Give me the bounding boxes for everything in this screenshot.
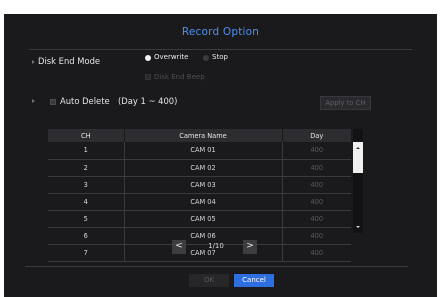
apply-to-ch-button[interactable]: Apply to CH xyxy=(320,96,371,110)
table-row[interactable]: 5 CAM 05 400 xyxy=(48,210,351,228)
cell-camera-name: CAM 03 xyxy=(124,176,283,194)
cell-ch: 3 xyxy=(48,176,125,194)
next-page-button[interactable]: > xyxy=(243,240,257,254)
prev-page-button[interactable]: < xyxy=(172,240,186,254)
dialog-title: Record Option xyxy=(181,26,260,38)
cell-ch: 5 xyxy=(48,210,125,228)
cell-day[interactable]: 400 xyxy=(282,176,351,194)
cell-ch: 6 xyxy=(48,227,125,245)
auto-delete-arrow-icon xyxy=(32,99,35,103)
cell-day[interactable]: 400 xyxy=(282,244,351,262)
page-indicator: 1/10 xyxy=(208,242,224,250)
table-row[interactable]: 1 CAM 01 400 xyxy=(48,142,351,160)
cell-camera-name: CAM 04 xyxy=(124,193,283,211)
cell-day[interactable]: 400 xyxy=(282,210,351,228)
radio-overwrite-label[interactable]: Overwrite xyxy=(154,53,188,61)
cell-ch: 7 xyxy=(48,244,125,262)
cancel-button[interactable]: Cancel xyxy=(234,274,274,287)
cell-ch: 1 xyxy=(48,142,125,160)
header-camera-name: Camera Name xyxy=(124,129,283,142)
cell-camera-name: CAM 01 xyxy=(124,142,283,160)
cell-ch: 4 xyxy=(48,193,125,211)
disk-end-mode-arrow-icon xyxy=(32,60,35,64)
table-row[interactable]: 2 CAM 02 400 xyxy=(48,159,351,177)
table-header-row: CH Camera Name Day xyxy=(48,129,351,142)
table-row[interactable]: 4 CAM 04 400 xyxy=(48,193,351,211)
scroll-down-icon[interactable] xyxy=(356,226,360,228)
cell-camera-name: CAM 02 xyxy=(124,159,283,177)
cell-day[interactable]: 400 xyxy=(282,159,351,177)
cell-camera-name: CAM 05 xyxy=(124,210,283,228)
ok-button[interactable]: OK xyxy=(189,274,229,287)
header-ch: CH xyxy=(48,129,125,142)
auto-delete-range: (Day 1 ~ 400) xyxy=(118,96,178,106)
disk-end-beep-label: Disk End Beep xyxy=(154,73,205,81)
scroll-up-icon[interactable] xyxy=(356,147,360,149)
disk-end-beep-checkbox[interactable] xyxy=(145,74,151,80)
disk-end-mode-label: Disk End Mode xyxy=(38,56,101,66)
cell-ch: 2 xyxy=(48,159,125,177)
auto-delete-checkbox[interactable] xyxy=(50,99,56,105)
table-row[interactable]: 3 CAM 03 400 xyxy=(48,176,351,194)
cell-day[interactable]: 400 xyxy=(282,193,351,211)
header-day: Day xyxy=(282,129,351,142)
cell-day[interactable]: 400 xyxy=(282,227,351,245)
auto-delete-label: Auto Delete xyxy=(60,96,110,106)
radio-overwrite[interactable] xyxy=(145,55,151,61)
footer-divider xyxy=(25,266,408,267)
title-divider xyxy=(29,49,412,50)
table-scrollbar[interactable] xyxy=(353,129,363,233)
radio-stop-label[interactable]: Stop xyxy=(212,53,228,61)
radio-stop[interactable] xyxy=(203,55,209,61)
cell-day[interactable]: 400 xyxy=(282,142,351,160)
